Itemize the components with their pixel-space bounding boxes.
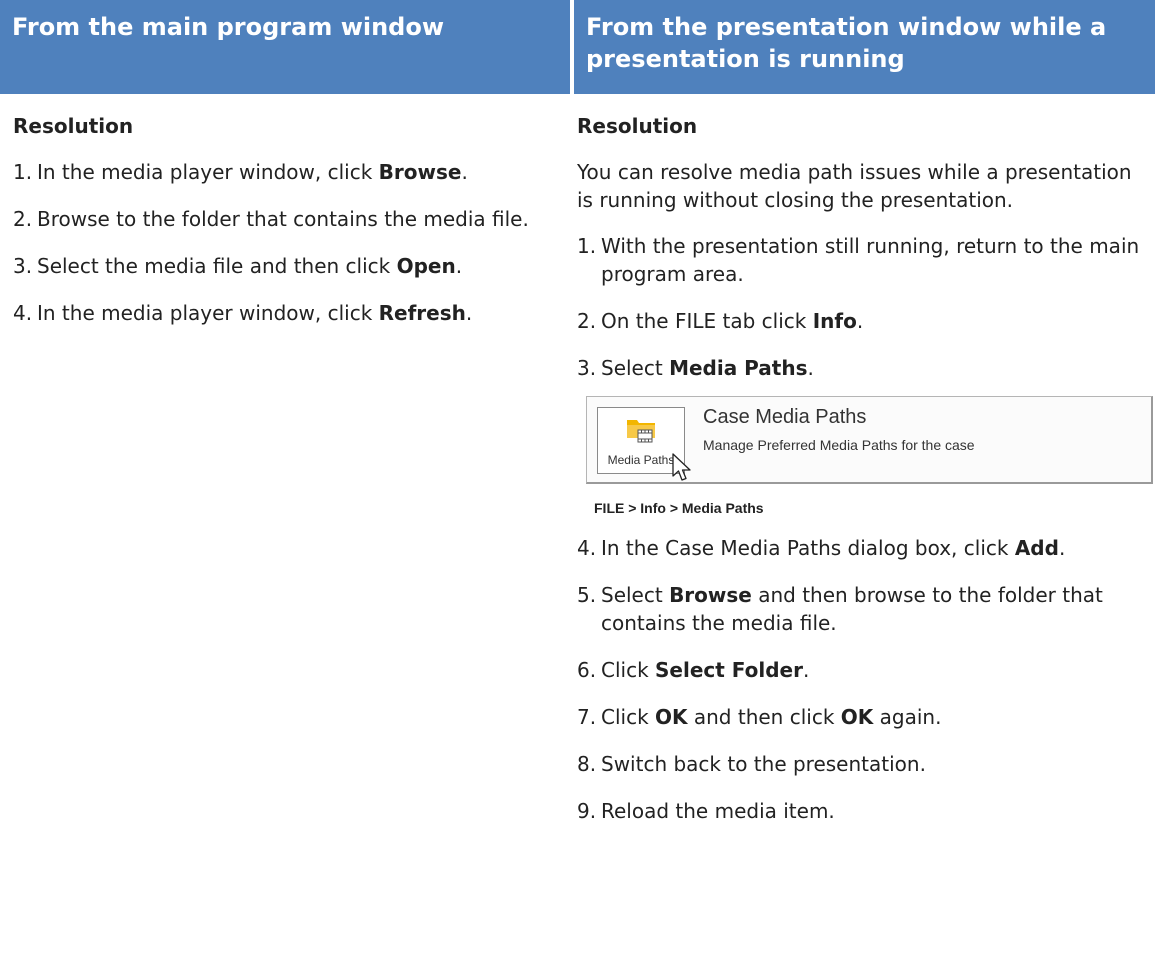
media-paths-button-label: Media Paths xyxy=(607,453,675,467)
media-paths-screenshot: Media Paths Case Media Paths Manage Pref… xyxy=(586,396,1153,484)
step-item: 1. With the presentation still running, r… xyxy=(577,232,1142,288)
step-item: 5. Select Browse and then browse to the f… xyxy=(577,581,1142,637)
header-presentation-window: From the presentation window while a pre… xyxy=(574,0,1155,94)
step-item: 4. In the Case Media Paths dialog box, cl… xyxy=(577,534,1142,562)
step-text: On the FILE tab click xyxy=(601,309,813,333)
main-window-steps: 1. In the media player window, click Brow… xyxy=(13,158,563,327)
step-number: 3. xyxy=(577,356,597,380)
case-media-paths-title: Case Media Paths xyxy=(703,406,867,428)
step-text-end: . xyxy=(856,309,864,333)
step-item: 4. In the media player window, click Refr… xyxy=(13,299,563,327)
step-bold-term: Refresh xyxy=(378,301,466,325)
resolution-heading: Resolution xyxy=(577,114,698,138)
step-text-end: again. xyxy=(873,705,942,729)
step-bold-term: Browse xyxy=(378,160,462,184)
step-bold-term: Select Folder xyxy=(655,658,803,682)
step-text-end: . xyxy=(807,356,814,380)
step-number: 1. xyxy=(13,160,33,184)
step-text-end: . xyxy=(461,160,468,184)
step-number: 9. xyxy=(577,799,597,823)
step-item: 7. Click OK and then click OK again. xyxy=(577,703,1142,731)
step-item: 9. Reload the media item. xyxy=(577,797,1142,825)
step-bold-term: OK xyxy=(840,705,874,729)
step-item: 2. On the FILE tab click Info. xyxy=(577,307,1142,335)
step-text: Click xyxy=(601,658,656,682)
step-number: 4. xyxy=(577,536,597,560)
step-text-mid: and then click xyxy=(687,705,841,729)
step-text: In the Case Media Paths dialog box, clic… xyxy=(601,536,1015,560)
step-text-end: . xyxy=(465,301,473,325)
step-number: 5. xyxy=(577,583,597,607)
presentation-window-column: Resolution You can resolve media path is… xyxy=(577,112,1153,844)
step-text-end: . xyxy=(1058,536,1066,560)
step-item: 2. Browse to the folder that contains the… xyxy=(13,205,563,233)
step-number: 7. xyxy=(577,705,597,729)
step-number: 2. xyxy=(577,309,597,333)
step-number: 6. xyxy=(577,658,597,682)
folder-film-icon xyxy=(627,420,655,443)
step-bold-term: Browse xyxy=(669,583,752,607)
step-text: Select the media file and then click xyxy=(37,254,397,278)
step-number: 2. xyxy=(13,207,33,231)
step-text: Select xyxy=(601,356,670,380)
presentation-steps-a: 1. With the presentation still running, r… xyxy=(577,232,1142,382)
step-number: 8. xyxy=(577,752,597,776)
step-text: Reload the media item. xyxy=(601,799,835,823)
step-text: Select xyxy=(601,583,670,607)
header-main-window: From the main program window xyxy=(0,0,570,94)
step-bold-term: Add xyxy=(1014,536,1059,560)
step-item: 8. Switch back to the presentation. xyxy=(577,750,1142,778)
table-header-row: From the main program window From the pr… xyxy=(0,0,1155,94)
step-text: In the media player window, click xyxy=(37,160,379,184)
step-text: In the media player window, click xyxy=(37,301,379,325)
step-text-end: . xyxy=(455,254,463,278)
step-text: Switch back to the presentation. xyxy=(601,752,926,776)
step-text: Browse to the folder that contains the m… xyxy=(37,207,529,231)
step-item: 1. In the media player window, click Brow… xyxy=(13,158,563,186)
intro-paragraph: You can resolve media path issues while … xyxy=(577,160,1132,212)
step-number: 3. xyxy=(13,254,33,278)
main-window-column: Resolution 1. In the media player window,… xyxy=(13,112,563,346)
screenshot-caption: FILE > Info > Media Paths xyxy=(594,500,764,516)
mouse-cursor-icon xyxy=(672,453,691,481)
step-item: 3. Select Media Paths. xyxy=(577,354,1142,382)
step-text: With the presentation still running, ret… xyxy=(601,234,1140,286)
step-bold-term: Media Paths xyxy=(669,356,808,380)
resolution-table: From the main program window From the pr… xyxy=(0,0,1155,94)
step-text: Click xyxy=(601,705,656,729)
resolution-heading: Resolution xyxy=(13,114,134,138)
case-media-paths-description: Manage Preferred Media Paths for the cas… xyxy=(703,437,975,453)
step-item: 3. Select the media file and then click O… xyxy=(13,252,563,280)
step-item: 6. Click Select Folder. xyxy=(577,656,1142,684)
step-bold-term: Open xyxy=(396,254,456,278)
step-number: 1. xyxy=(577,234,597,258)
step-number: 4. xyxy=(13,301,33,325)
presentation-steps-b: 4. In the Case Media Paths dialog box, cl… xyxy=(577,534,1142,825)
step-bold-term: OK xyxy=(655,705,688,729)
step-bold-term: Info xyxy=(812,309,857,333)
step-text-end: . xyxy=(802,658,810,682)
